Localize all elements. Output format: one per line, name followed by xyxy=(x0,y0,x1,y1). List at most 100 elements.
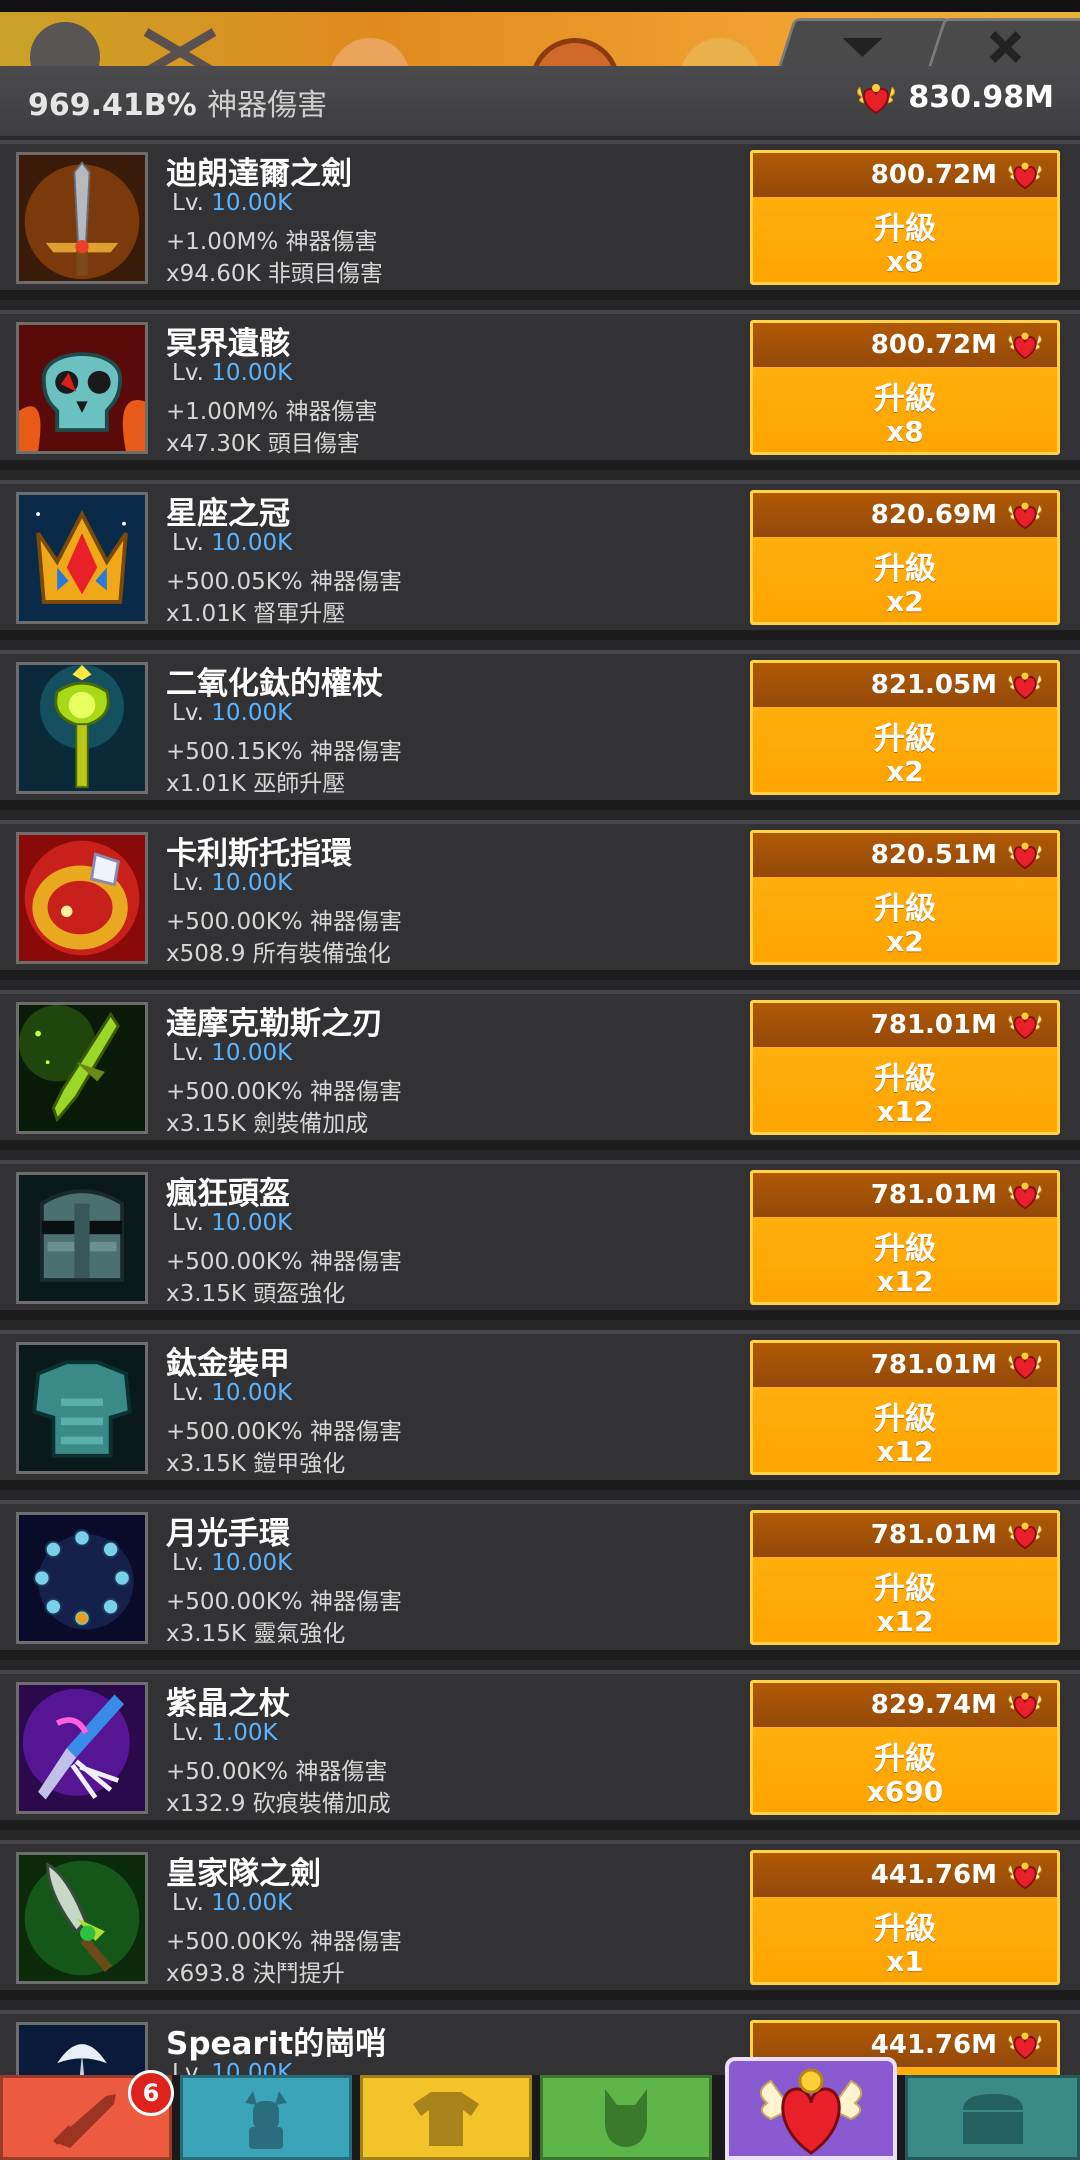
artifact-level: Lv. 10.00K xyxy=(172,190,292,216)
nav-tab-pets[interactable] xyxy=(540,2075,712,2160)
upgrade-button[interactable]: 781.01M 升級 x12 xyxy=(750,1510,1060,1645)
top-dark-band xyxy=(0,0,1080,12)
artifact-effect: x94.60K 非頭目傷害 xyxy=(166,261,383,287)
helmet-icon[interactable] xyxy=(16,1172,148,1304)
artifact-effect: x3.15K 劍裝備加成 xyxy=(166,1111,369,1137)
nav-tab-artifacts[interactable] xyxy=(725,2057,897,2160)
upgrade-cost-value: 781.01M xyxy=(870,1520,997,1550)
collapse-panel-button[interactable] xyxy=(776,18,950,66)
upgrade-label: 升級 xyxy=(874,891,936,927)
skull-icon[interactable] xyxy=(16,322,148,454)
artifact-effect: x3.15K 鎧甲強化 xyxy=(166,1451,346,1477)
level-value: 1.00K xyxy=(211,1720,278,1746)
artifact-effect: x3.15K 靈氣強化 xyxy=(166,1621,346,1647)
upgrade-button[interactable]: 781.01M 升級 x12 xyxy=(750,1000,1060,1135)
level-value: 10.00K xyxy=(211,1890,293,1916)
upgrade-label: 升級 xyxy=(874,1911,936,1947)
hero-portrait-icon[interactable] xyxy=(330,38,410,66)
upgrade-cost: 781.01M xyxy=(753,1343,1057,1387)
ring-icon[interactable] xyxy=(16,832,148,964)
upgrade-button[interactable]: 820.51M 升級 x2 xyxy=(750,830,1060,965)
nav-tab-shop[interactable] xyxy=(905,2075,1080,2160)
artifact-row: 星座之冠 Lv. 10.00K +500.05K% 神器傷害 x1.01K 督軍升壓 8… xyxy=(0,480,1080,640)
upgrade-button[interactable]: 781.01M 升級 x12 xyxy=(750,1340,1060,1475)
artifact-list[interactable]: 迪朗達爾之劍 Lv. 10.00K +1.00M% 神器傷害 x94.60K 非頭目傷… xyxy=(0,140,1080,2075)
artifact-row: 二氧化鈦的權杖 Lv. 10.00K +500.15K% 神器傷害 x1.01K 巫師… xyxy=(0,650,1080,810)
artifact-effect: x132.9 砍痕裝備加成 xyxy=(166,1791,391,1817)
viking-nav-icon xyxy=(245,2090,287,2149)
upgrade-cost: 441.76M xyxy=(753,1853,1057,1897)
upgrade-multiplier: x12 xyxy=(876,1605,934,1638)
winged-heart-icon xyxy=(1008,502,1042,530)
bracelet-icon[interactable] xyxy=(16,1512,148,1644)
royal-sword-icon[interactable] xyxy=(16,1852,148,1984)
artifact-row: 迪朗達爾之劍 Lv. 10.00K +1.00M% 神器傷害 x94.60K 非頭目傷… xyxy=(0,140,1080,300)
artifact-damage-bonus: +500.00K% 神器傷害 xyxy=(166,1419,402,1445)
upgrade-multiplier: x12 xyxy=(876,1435,934,1468)
level-prefix: Lv. xyxy=(172,360,204,386)
level-prefix: Lv. xyxy=(172,530,204,556)
upgrade-cost-value: 800.72M xyxy=(870,330,997,360)
shop-portrait-icon[interactable] xyxy=(530,38,620,66)
winged-heart-icon xyxy=(1008,1352,1042,1380)
upgrade-label: 升級 xyxy=(874,721,936,757)
level-prefix: Lv. xyxy=(172,2060,204,2075)
winged-heart-icon xyxy=(857,83,896,114)
artifact-row: 達摩克勒斯之刃 Lv. 10.00K +500.00K% 神器傷害 x3.15K 劍裝… xyxy=(0,990,1080,1150)
armor-icon[interactable] xyxy=(16,1342,148,1474)
upgrade-cost-value: 800.72M xyxy=(870,160,997,190)
artifact-level: Lv. 10.00K xyxy=(172,2060,292,2075)
total-artifact-damage: 969.41B% 神器傷害 xyxy=(28,80,327,124)
blade-icon[interactable] xyxy=(16,1002,148,1134)
event-portrait-icon[interactable] xyxy=(680,38,760,66)
winged-heart-icon xyxy=(1008,1522,1042,1550)
staff-icon[interactable] xyxy=(16,1682,148,1814)
hearts-balance-value: 830.98M xyxy=(908,80,1054,115)
spear-icon[interactable] xyxy=(16,2022,148,2075)
artifact-damage-bonus: +500.05K% 神器傷害 xyxy=(166,569,402,595)
upgrade-button[interactable]: 821.05M 升級 x2 xyxy=(750,660,1060,795)
level-value: 10.00K xyxy=(211,1040,293,1066)
crown-icon[interactable] xyxy=(16,492,148,624)
crossed-swords-icon[interactable] xyxy=(140,26,220,66)
artifact-damage-bonus: +500.15K% 神器傷害 xyxy=(166,739,402,765)
upgrade-cost: 829.74M xyxy=(753,1683,1057,1727)
settings-gear-icon[interactable] xyxy=(30,22,100,66)
winged-heart-icon xyxy=(1008,842,1042,870)
level-prefix: Lv. xyxy=(172,1550,204,1576)
shirt-nav-icon xyxy=(413,2091,479,2146)
artifact-damage-bonus: +500.00K% 神器傷害 xyxy=(166,1589,402,1615)
upgrade-cost: 781.01M xyxy=(753,1513,1057,1557)
scepter-icon[interactable] xyxy=(16,662,148,794)
upgrade-button[interactable]: 781.01M 升級 x12 xyxy=(750,1170,1060,1305)
upgrade-cost-value: 781.01M xyxy=(870,1180,997,1210)
level-prefix: Lv. xyxy=(172,1720,204,1746)
upgrade-button[interactable]: 800.72M 升級 x8 xyxy=(750,150,1060,285)
upgrade-button[interactable]: 441.76M 升級 x1 xyxy=(750,1850,1060,1985)
artifact-damage-bonus: +1.00M% 神器傷害 xyxy=(166,229,378,255)
level-prefix: Lv. xyxy=(172,190,204,216)
upgrade-button[interactable]: 800.72M 升級 x8 xyxy=(750,320,1060,455)
close-panel-button[interactable] xyxy=(926,18,1080,66)
upgrade-button[interactable]: 820.69M 升級 x2 xyxy=(750,490,1060,625)
nav-tab-heroes[interactable] xyxy=(180,2075,352,2160)
artifact-name: 二氧化鈦的權杖 xyxy=(166,666,383,702)
artifact-effect: x1.01K 督軍升壓 xyxy=(166,601,346,627)
artifact-row: 月光手環 Lv. 10.00K +500.00K% 神器傷害 x3.15K 靈氣強化 7… xyxy=(0,1500,1080,1660)
upgrade-button[interactable]: 829.74M 升級 x690 xyxy=(750,1680,1060,1815)
upgrade-multiplier: x8 xyxy=(886,245,924,278)
artifact-level: Lv. 10.00K xyxy=(172,870,292,896)
level-value: 10.00K xyxy=(211,190,293,216)
level-value: 10.00K xyxy=(211,700,293,726)
artifact-row: 卡利斯托指環 Lv. 10.00K +500.00K% 神器傷害 x508.9 所有裝… xyxy=(0,820,1080,980)
sword-icon[interactable] xyxy=(16,152,148,284)
upgrade-cost: 781.01M xyxy=(753,1173,1057,1217)
nav-tab-equipment[interactable] xyxy=(360,2075,532,2160)
upgrade-label: 升級 xyxy=(874,1061,936,1097)
level-prefix: Lv. xyxy=(172,700,204,726)
level-prefix: Lv. xyxy=(172,1210,204,1236)
upgrade-multiplier: x1 xyxy=(886,1945,924,1978)
winged-heart-icon xyxy=(1008,1692,1042,1720)
upgrade-cost: 820.51M xyxy=(753,833,1057,877)
artifact-damage-bonus: +500.00K% 神器傷害 xyxy=(166,1929,402,1955)
